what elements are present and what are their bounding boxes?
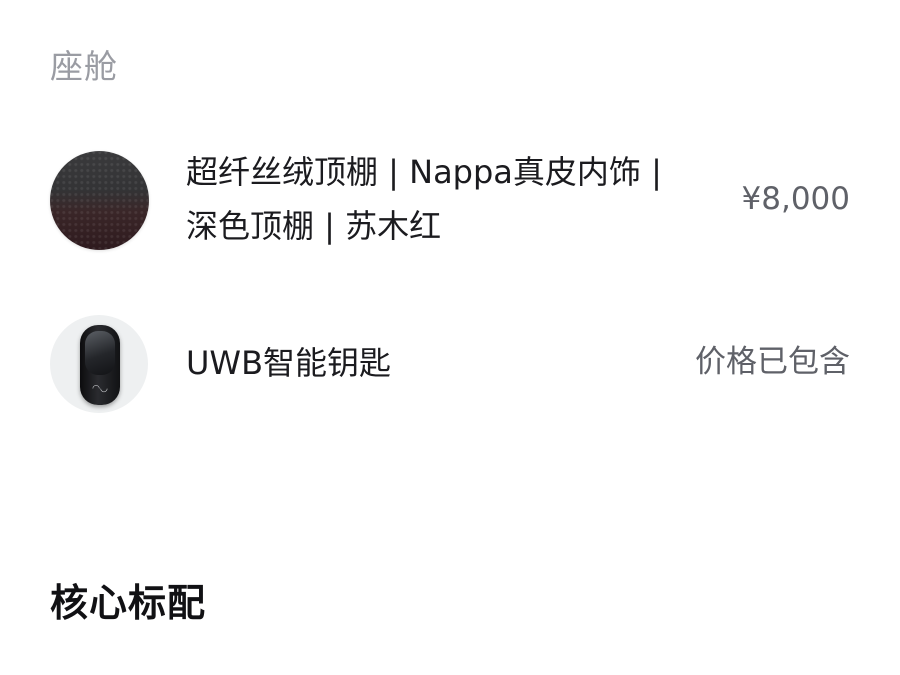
key-fob-icon: ◠◡ [80,325,120,405]
smart-key-thumbnail: ◠◡ [50,315,148,413]
key-fob-glass [85,331,115,375]
brand-logo-icon: ◠◡ [92,384,108,394]
core-standard-heading: 核心标配 [50,581,207,625]
option-price-included: 价格已包含 [695,344,850,380]
interior-swatch-thumbnail [50,151,149,250]
cabin-section-label: 座舱 [50,47,118,86]
option-title: 超纤丝绒顶棚 | Nappa真皮内饰 | 深色顶棚 | 苏木红 [186,153,662,245]
option-item-smart-key[interactable]: ◠◡ UWB智能钥匙 价格已包含 [50,315,850,413]
option-price: ¥8,000 [741,181,850,217]
option-title: UWB智能钥匙 [186,344,392,382]
option-item-interior[interactable]: 超纤丝绒顶棚 | Nappa真皮内饰 | 深色顶棚 | 苏木红 ¥8,000 [50,150,850,250]
